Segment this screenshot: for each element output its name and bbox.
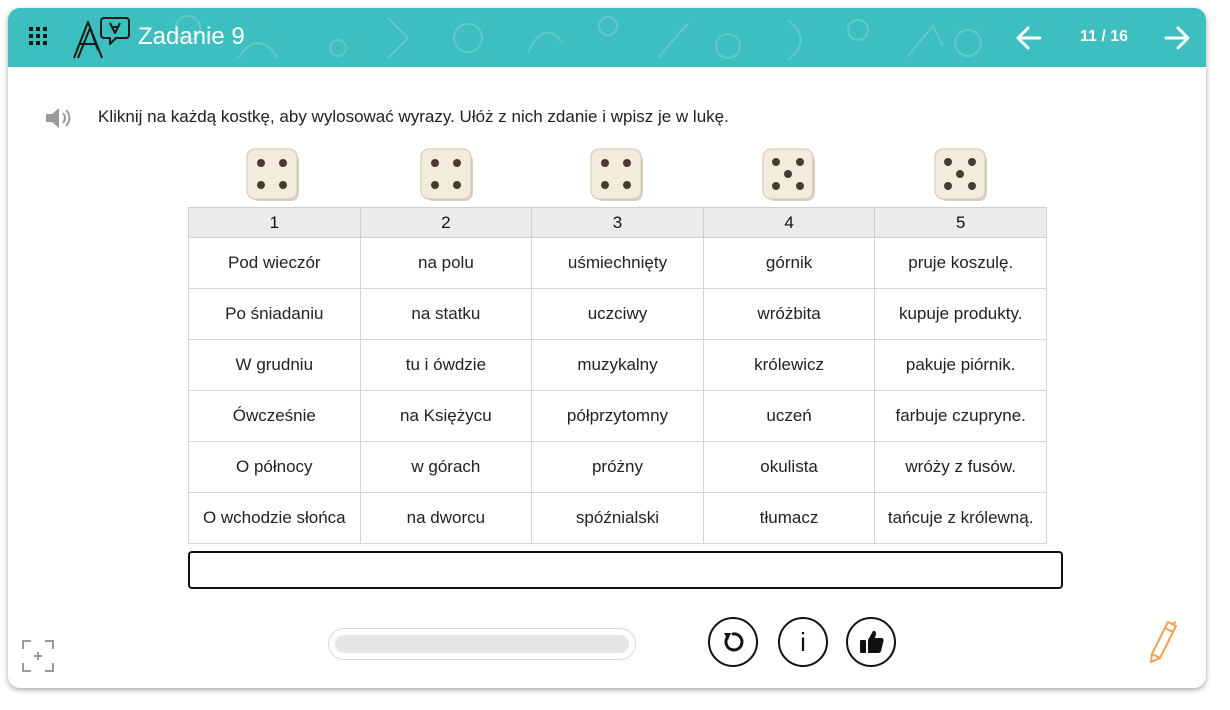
table-row: Pod wieczór na polu uśmiechnięty górnik … — [188, 237, 1047, 289]
arrow-right-icon[interactable] — [1161, 22, 1193, 54]
table-cell: tłumacz — [702, 492, 876, 544]
table-cell: Ówcześnie — [188, 390, 361, 442]
table-cell: pakuje piórnik. — [874, 339, 1047, 391]
column-header: 2 — [359, 207, 533, 238]
reset-button[interactable] — [708, 617, 758, 667]
table-cell: pruje koszulę. — [874, 237, 1047, 289]
table-cell: tańcuje z królewną. — [874, 492, 1047, 544]
speaker-icon[interactable] — [44, 107, 74, 129]
table-header-row: 1 2 3 4 5 — [188, 207, 1047, 238]
table-cell: półprzytomny — [531, 390, 704, 442]
table-cell: na statku — [359, 288, 533, 340]
table-cell: wróżbita — [702, 288, 876, 340]
table-cell: uśmiechnięty — [531, 237, 704, 289]
table-cell: farbuje czupryne. — [874, 390, 1047, 442]
table-cell: W grudniu — [188, 339, 361, 391]
word-table: 1 2 3 4 5 Pod wieczór na polu uśmiechnię… — [188, 207, 1047, 544]
progress-bar — [328, 628, 636, 660]
table-cell: próżny — [531, 441, 704, 493]
reset-icon — [724, 632, 744, 652]
table-cell: uczciwy — [531, 288, 704, 340]
table-cell: Pod wieczór — [188, 237, 361, 289]
table-cell: Po śniadaniu — [188, 288, 361, 340]
table-cell: uczeń — [702, 390, 876, 442]
table-cell: okulista — [702, 441, 876, 493]
grid-menu-icon[interactable] — [28, 26, 48, 46]
column-header: 1 — [188, 207, 361, 238]
table-row: Ówcześnie na Księżycu półprzytomny uczeń… — [188, 390, 1047, 442]
pen-icon[interactable] — [1148, 620, 1178, 664]
table-cell: kupuje produkty. — [874, 288, 1047, 340]
table-cell: wróży z fusów. — [874, 441, 1047, 493]
info-button[interactable]: i — [778, 617, 828, 667]
header-bar: Zadanie 9 11 / 16 — [8, 8, 1206, 67]
page-title: Zadanie 9 — [138, 23, 245, 50]
table-row: O północy w górach próżny okulista wróży… — [188, 441, 1047, 493]
arrow-left-icon[interactable] — [1013, 22, 1045, 54]
column-header: 3 — [531, 207, 704, 238]
die-3[interactable] — [590, 148, 644, 202]
table-cell: spóźnialski — [531, 492, 704, 544]
info-icon: i — [800, 627, 806, 657]
table-row: W grudniu tu i ówdzie muzykalny królewic… — [188, 339, 1047, 391]
logo-icon — [73, 17, 130, 59]
table-cell: w górach — [359, 441, 533, 493]
die-5[interactable] — [934, 148, 988, 202]
dice-row — [188, 146, 1047, 206]
table-cell: na dworcu — [359, 492, 533, 544]
table-cell: na polu — [359, 237, 533, 289]
instruction-text: Kliknij na każdą kostkę, aby wylosować w… — [98, 107, 729, 126]
answer-input[interactable] — [188, 551, 1063, 589]
table-row: O wchodzie słońca na dworcu spóźnialski … — [188, 492, 1047, 544]
page-counter: 11 / 16 — [1079, 28, 1129, 45]
table-cell: muzykalny — [531, 339, 704, 391]
progress-track — [335, 635, 629, 653]
table-cell: górnik — [702, 237, 876, 289]
table-cell: na Księżycu — [359, 390, 533, 442]
die-4[interactable] — [762, 148, 816, 202]
table-cell: O północy — [188, 441, 361, 493]
table-cell: O wchodzie słońca — [188, 492, 361, 544]
column-header: 4 — [702, 207, 876, 238]
check-button[interactable] — [846, 617, 896, 667]
table-row: Po śniadaniu na statku uczciwy wróżbita … — [188, 288, 1047, 340]
die-2[interactable] — [420, 148, 474, 202]
thumbs-up-icon — [860, 630, 884, 653]
table-cell: królewicz — [702, 339, 876, 391]
table-cell: tu i ówdzie — [359, 339, 533, 391]
fullscreen-icon[interactable] — [22, 640, 54, 672]
die-1[interactable] — [246, 148, 300, 202]
exercise-card: Zadanie 9 11 / 16 Kliknij na każdą kostk… — [8, 8, 1206, 688]
column-header: 5 — [874, 207, 1047, 238]
